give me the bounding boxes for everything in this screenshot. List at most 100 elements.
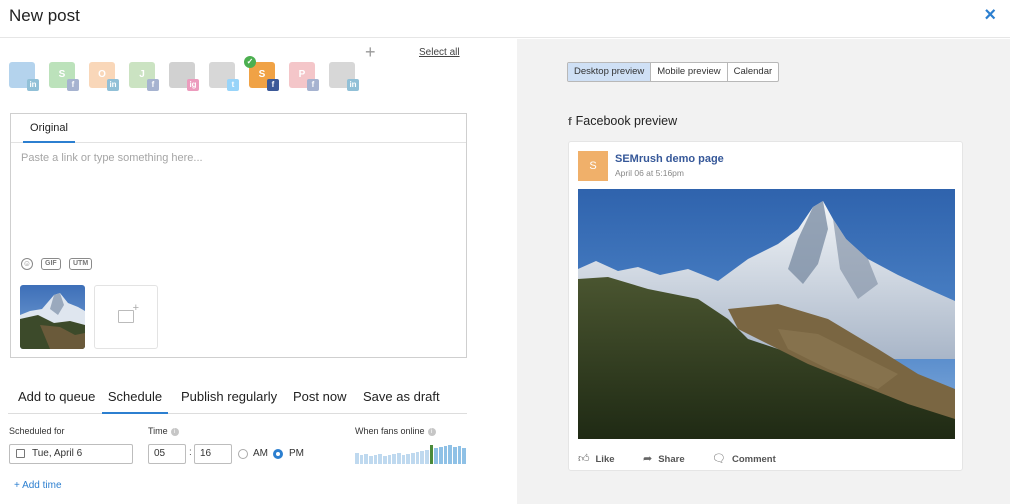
plus-icon: + — [14, 480, 23, 491]
account-selector: in Sf Oin Jf ig t Sf ✓ Pf in — [9, 56, 469, 92]
date-picker[interactable]: Tue, April 6 — [9, 444, 133, 464]
add-image-button[interactable] — [94, 285, 158, 349]
preview-title-text: Facebook preview — [575, 114, 678, 128]
fans-bar — [434, 448, 438, 464]
fans-bar — [373, 455, 378, 464]
fans-bar — [369, 456, 373, 464]
network-badge-icon: f — [67, 79, 79, 91]
schedule-tabs: Add to queue Schedule Publish regularly … — [8, 376, 467, 414]
fans-bar — [457, 446, 462, 464]
scheduled-for-label: Scheduled for — [9, 426, 65, 436]
calendar-icon — [16, 449, 25, 458]
tab-calendar[interactable]: Calendar — [728, 63, 779, 81]
fans-bar — [453, 447, 457, 464]
share-label: Share — [658, 454, 685, 465]
fans-bar — [448, 445, 452, 464]
post-actions: 👍︎ Like ➦ Share 🗨︎ Comment — [578, 452, 955, 466]
page-title: New post — [9, 6, 80, 25]
comment-button[interactable]: 🗨︎ Comment — [712, 452, 776, 465]
fans-bar — [411, 453, 415, 464]
add-time-button[interactable]: + Add time — [14, 480, 62, 491]
fans-bar — [443, 446, 448, 464]
editor-tabs: Original — [11, 114, 466, 143]
minute-input[interactable]: 16 — [194, 444, 232, 464]
post-text-input[interactable]: Paste a link or type something here... — [21, 152, 203, 164]
network-badge-icon: in — [107, 79, 119, 91]
facebook-icon: f — [568, 116, 572, 128]
comment-label: Comment — [731, 454, 776, 465]
account-profile-ig[interactable]: ig — [169, 62, 199, 91]
info-icon: i — [170, 427, 179, 436]
tab-mobile-preview[interactable]: Mobile preview — [651, 63, 728, 81]
tab-add-to-queue[interactable]: Add to queue — [18, 389, 95, 404]
tab-desktop-preview[interactable]: Desktop preview — [568, 63, 652, 81]
fans-bar — [406, 454, 410, 464]
date-value: Tue, April 6 — [32, 448, 83, 459]
tab-original[interactable]: Original — [23, 122, 75, 143]
modal-header: New post × — [0, 0, 1010, 38]
hour-input[interactable]: 05 — [148, 444, 186, 464]
facebook-post-card: S SEMrush demo page April 06 at 5:16pm 👍… — [568, 141, 963, 471]
utm-button[interactable]: UTM — [69, 258, 93, 270]
pm-radio[interactable] — [273, 449, 283, 459]
info-icon: i — [427, 427, 436, 436]
fans-bar — [378, 454, 382, 464]
tab-publish-regularly[interactable]: Publish regularly — [181, 389, 277, 404]
preview-tabs: Desktop preview Mobile preview Calendar — [567, 62, 780, 82]
fans-bar — [392, 454, 396, 464]
fans-bar — [397, 453, 401, 464]
tab-schedule[interactable]: Schedule — [102, 389, 168, 414]
tab-post-now[interactable]: Post now — [293, 389, 346, 404]
fans-bar — [439, 447, 443, 464]
fans-online-chart — [355, 444, 467, 464]
account-initial: O — [98, 69, 106, 80]
account-initial: J — [139, 69, 145, 80]
fans-bar — [383, 456, 387, 464]
gif-button[interactable]: GIF — [41, 258, 61, 270]
account-s-f[interactable]: Sf — [49, 62, 79, 91]
fans-online-label: When fans online i — [355, 426, 436, 436]
fans-bar — [415, 452, 420, 464]
share-icon: ➦ — [643, 453, 653, 465]
select-all-link[interactable]: Select all — [419, 47, 460, 58]
fans-bar — [462, 448, 466, 464]
account-s-f[interactable]: Sf ✓ — [244, 56, 279, 91]
time-separator: : — [189, 447, 192, 458]
add-time-label: Add time — [22, 480, 62, 491]
composer-panel: in Sf Oin Jf ig t Sf ✓ Pf in + Select all Origina… — [0, 39, 517, 504]
page-name-link[interactable]: SEMrush demo page — [615, 153, 724, 165]
share-button[interactable]: ➦ Share — [643, 452, 685, 465]
post-image — [578, 189, 955, 439]
am-radio[interactable] — [238, 449, 248, 459]
thumbs-up-icon: 👍︎ — [578, 453, 590, 465]
check-icon: ✓ — [244, 56, 256, 68]
fans-bar — [387, 455, 392, 464]
preview-title: f Facebook preview — [568, 114, 677, 128]
network-badge-icon: f — [147, 79, 159, 91]
add-image-icon — [118, 302, 139, 323]
attached-image-thumbnail[interactable] — [20, 285, 85, 349]
fans-bar — [420, 451, 424, 464]
network-badge-icon: in — [27, 79, 39, 91]
network-badge-icon: t — [227, 79, 239, 91]
tab-save-as-draft[interactable]: Save as draft — [363, 389, 440, 404]
close-icon[interactable]: × — [984, 5, 996, 25]
fans-bar — [401, 455, 406, 464]
time-label: Time i — [148, 426, 179, 436]
account-profile-t[interactable]: t — [209, 62, 239, 91]
account-o-in[interactable]: Oin — [89, 62, 119, 91]
account-j-f[interactable]: Jf — [129, 62, 159, 91]
emoji-icon[interactable]: ☺ — [21, 258, 33, 270]
network-badge-icon: in — [347, 79, 359, 91]
mountain-photo — [578, 189, 955, 439]
account-p-f[interactable]: Pf — [289, 62, 319, 91]
account-profile-in[interactable]: in — [329, 62, 359, 91]
post-editor: Original Paste a link or type something … — [10, 113, 467, 358]
am-label: AM — [253, 448, 268, 459]
account-profile-in[interactable]: in — [9, 62, 39, 91]
add-account-icon[interactable]: + — [365, 42, 376, 63]
account-initial: S — [258, 69, 266, 80]
network-badge-icon: f — [267, 79, 279, 91]
like-button[interactable]: 👍︎ Like — [578, 452, 615, 465]
mountain-thumbnail — [20, 285, 85, 349]
